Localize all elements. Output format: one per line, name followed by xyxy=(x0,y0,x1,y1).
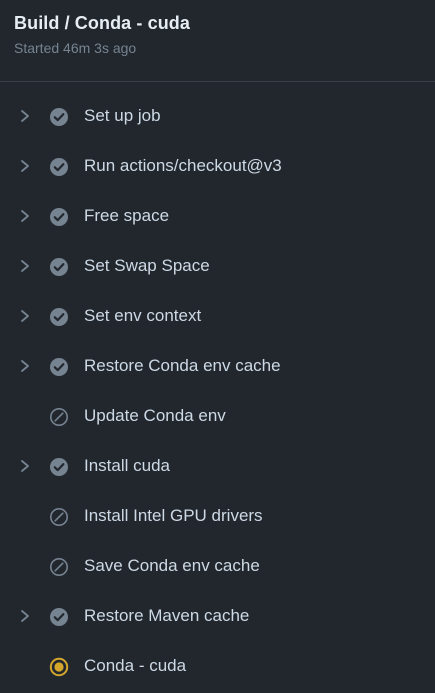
check-circle-icon xyxy=(49,457,69,477)
check-circle-icon xyxy=(49,207,69,227)
skipped-icon xyxy=(49,507,69,527)
step-label: Update Conda env xyxy=(84,406,226,425)
job-started-time: Started 46m 3s ago xyxy=(14,40,137,56)
step-row[interactable]: Restore Maven cache xyxy=(0,591,435,641)
step-label: Install Intel GPU drivers xyxy=(84,506,263,525)
check-circle-icon xyxy=(49,257,69,277)
skipped-icon xyxy=(49,557,69,577)
step-row[interactable]: Conda - cuda xyxy=(0,641,435,691)
check-circle-icon xyxy=(49,607,69,627)
step-label: Set up job xyxy=(84,106,161,125)
chevron-right-icon[interactable] xyxy=(18,458,32,474)
step-row[interactable]: Install cuda xyxy=(0,441,435,491)
step-row[interactable]: Set up job xyxy=(0,91,435,141)
step-label: Restore Maven cache xyxy=(84,606,250,625)
in-progress-icon xyxy=(49,657,69,677)
check-circle-icon xyxy=(49,107,69,127)
step-row[interactable]: Restore Conda env cache xyxy=(0,341,435,391)
step-label: Conda - cuda xyxy=(84,656,187,675)
chevron-right-icon[interactable] xyxy=(18,258,32,274)
step-label: Set env context xyxy=(84,306,202,325)
step-row[interactable]: Save Conda env cache xyxy=(0,541,435,591)
job-header: Build / Conda - cuda Started 46m 3s ago xyxy=(0,0,435,82)
step-label: Set Swap Space xyxy=(84,256,210,275)
step-row[interactable]: Set env context xyxy=(0,291,435,341)
step-row[interactable]: Run actions/checkout@v3 xyxy=(0,141,435,191)
chevron-right-icon[interactable] xyxy=(18,608,32,624)
chevron-right-icon[interactable] xyxy=(18,208,32,224)
step-label: Free space xyxy=(84,206,170,225)
chevron-right-icon[interactable] xyxy=(18,158,32,174)
check-circle-icon xyxy=(49,157,69,177)
chevron-right-icon[interactable] xyxy=(18,358,32,374)
check-circle-icon xyxy=(49,357,69,377)
step-row[interactable]: Set Swap Space xyxy=(0,241,435,291)
steps-list: Set up job Run actions/checkout@v3 Free sp… xyxy=(0,82,435,691)
step-row[interactable]: Free space xyxy=(0,191,435,241)
step-label: Install cuda xyxy=(84,456,170,475)
step-label: Restore Conda env cache xyxy=(84,356,281,375)
step-label: Save Conda env cache xyxy=(84,556,260,575)
chevron-right-icon[interactable] xyxy=(18,308,32,324)
job-panel: Build / Conda - cuda Started 46m 3s ago … xyxy=(0,0,435,693)
step-row[interactable]: Install Intel GPU drivers xyxy=(0,491,435,541)
step-label: Run actions/checkout@v3 xyxy=(84,156,282,175)
job-title: Build / Conda - cuda xyxy=(14,13,190,33)
chevron-right-icon[interactable] xyxy=(18,108,32,124)
step-row[interactable]: Update Conda env xyxy=(0,391,435,441)
skipped-icon xyxy=(49,407,69,427)
check-circle-icon xyxy=(49,307,69,327)
